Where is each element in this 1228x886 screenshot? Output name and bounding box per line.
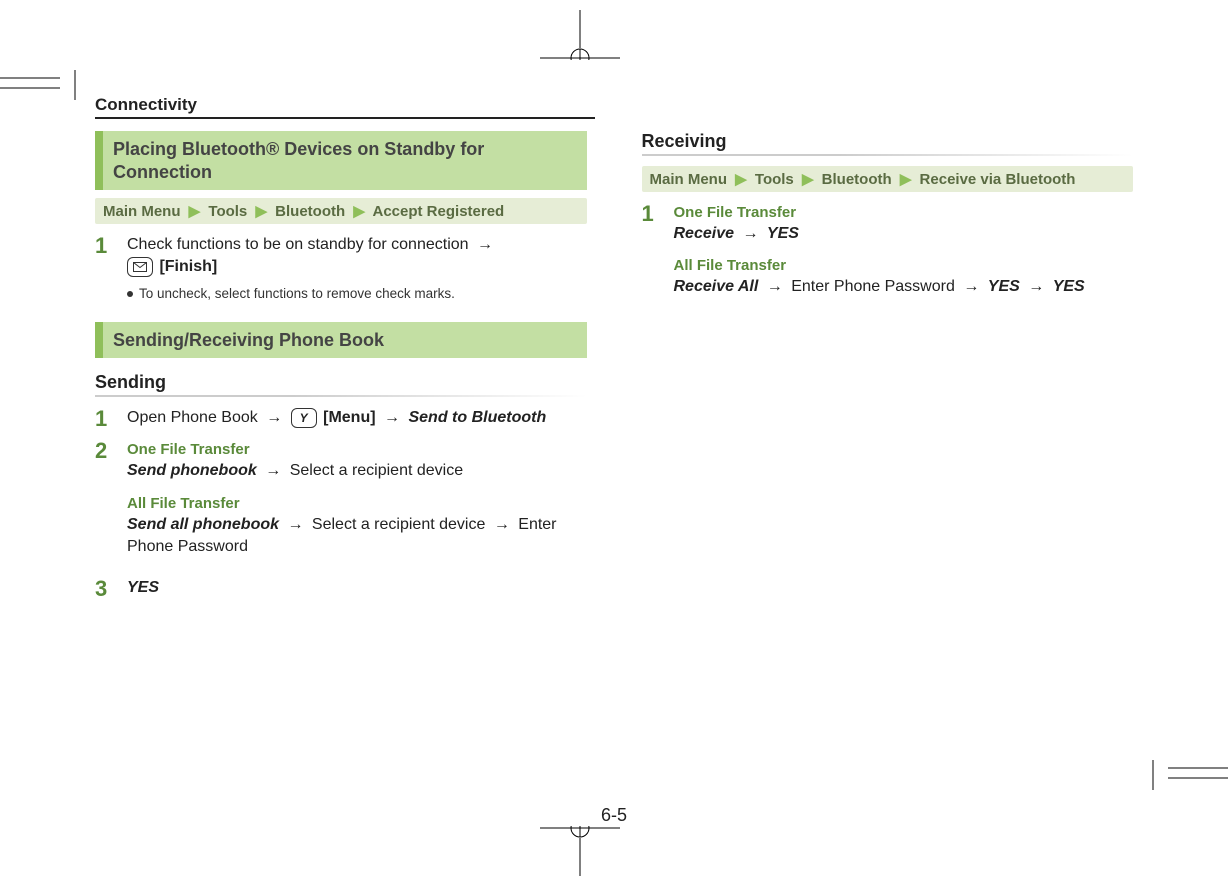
arrow-icon: → [1028,278,1044,295]
yes-action: YES [1053,278,1085,295]
page-title: Connectivity [95,95,595,119]
enter-password: Enter Phone Password [791,278,955,295]
one-file-label: One File Transfer [674,202,1134,223]
select-recipient: Select a recipient device [312,516,485,533]
nav-root: Main Menu [103,203,181,220]
select-recipient: Select a recipient device [290,462,463,479]
chevron-icon: ▶ [735,170,747,188]
chevron-icon: ▶ [900,170,912,188]
arrow-icon: → [265,462,281,479]
nav-item: Bluetooth [275,203,345,220]
arrow-icon: → [494,516,510,533]
all-file-label: All File Transfer [674,255,1134,276]
nav-item: Tools [755,171,794,188]
note-text: To uncheck, select functions to remove c… [139,286,455,301]
arrow-icon: → [742,225,758,242]
crop-mark-left [0,70,90,100]
receive-all-action: Receive All [674,278,759,295]
chevron-icon: ▶ [189,202,201,220]
step-number: 1 [95,234,113,258]
crop-mark-right [1138,760,1228,790]
finish-label: [Finish] [159,258,217,275]
y-key-icon: Y [291,408,317,428]
nav-root: Main Menu [650,171,728,188]
chevron-icon: ▶ [353,202,365,220]
nav-item: Receive via Bluetooth [920,171,1076,188]
crop-mark-bottom [520,826,640,876]
nav-path-accept: Main Menu ▶ Tools ▶ Bluetooth ▶ Accept R… [95,198,587,224]
step-1-standby: 1 Check functions to be on standby for c… [95,234,587,304]
arrow-icon: → [767,278,783,295]
sending-step-1: 1 Open Phone Book → Y [Menu] → Send to B… [95,407,587,431]
step-number: 2 [95,439,113,463]
step-number: 1 [642,202,660,226]
sending-subheading: Sending [95,372,587,397]
note-uncheck: To uncheck, select functions to remove c… [127,285,587,304]
step-text: Open Phone Book [127,409,258,426]
arrow-icon: → [287,516,303,533]
arrow-icon: → [384,409,400,426]
step-number: 3 [95,577,113,601]
send-to-bluetooth: Send to Bluetooth [408,409,546,426]
receiving-subheading: Receiving [642,131,1134,156]
yes-action: YES [767,225,799,242]
step-number: 1 [95,407,113,431]
heading-phonebook: Sending/Receiving Phone Book [95,322,587,359]
left-column: Placing Bluetooth® Devices on Standby fo… [95,131,587,609]
arrow-icon: → [266,409,282,426]
crop-mark-top [520,10,640,60]
sending-step-3: 3 YES [95,577,587,601]
one-file-label: One File Transfer [127,439,587,460]
heading-standby: Placing Bluetooth® Devices on Standby fo… [95,131,587,190]
bullet-icon [127,291,133,297]
menu-label: [Menu] [323,409,375,426]
sending-step-2: 2 One File Transfer Send phonebook → Sel… [95,439,587,568]
chevron-icon: ▶ [255,202,267,220]
all-file-label: All File Transfer [127,493,587,514]
arrow-icon: → [963,278,979,295]
one-file-receive-block: One File Transfer Receive → YES [674,202,1134,245]
nav-item: Bluetooth [822,171,892,188]
send-all-phonebook-action: Send all phonebook [127,516,279,533]
yes-action: YES [988,278,1020,295]
one-file-block: One File Transfer Send phonebook → Selec… [127,439,587,482]
all-file-receive-block: All File Transfer Receive All → Enter Ph… [674,255,1134,298]
arrow-icon: → [477,236,493,253]
page-content: Connectivity Placing Bluetooth® Devices … [95,95,1133,816]
nav-item: Tools [208,203,247,220]
receive-action: Receive [674,225,735,242]
nav-item: Accept Registered [373,203,505,220]
send-phonebook-action: Send phonebook [127,462,257,479]
chevron-icon: ▶ [802,170,814,188]
nav-path-receive: Main Menu ▶ Tools ▶ Bluetooth ▶ Receive … [642,166,1134,192]
mail-key-icon [127,257,153,277]
yes-action: YES [127,579,159,596]
all-file-block: All File Transfer Send all phonebook → S… [127,493,587,559]
step-text: Check functions to be on standby for con… [127,236,469,253]
receiving-step-1: 1 One File Transfer Receive → YES All Fi… [642,202,1134,309]
page-number: 6-5 [95,805,1133,826]
right-column: Receiving Main Menu ▶ Tools ▶ Bluetooth … [642,131,1134,609]
